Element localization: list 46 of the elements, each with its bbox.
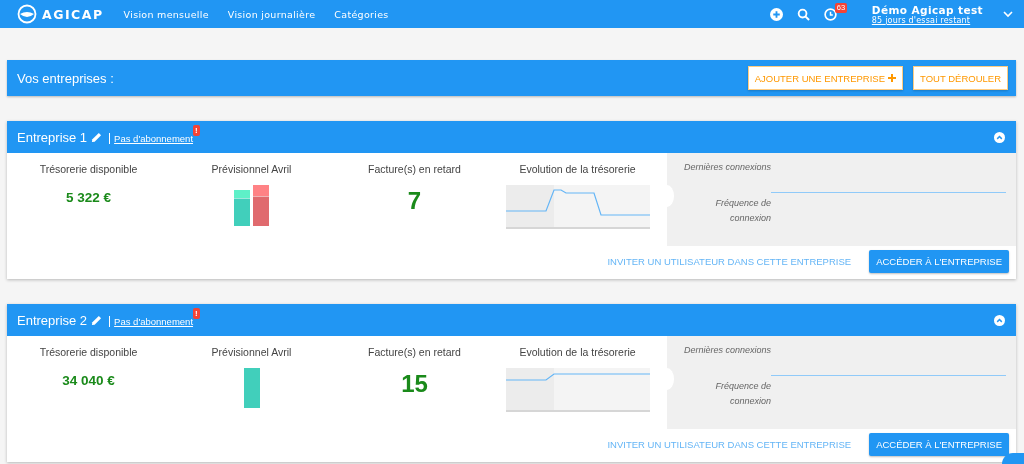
invite-user-link[interactable]: INVITER UN UTILISATEUR DANS CETTE ENTREPRISE xyxy=(607,439,852,450)
header-button[interactable]: AJOUTER UNE ENTREPRISE xyxy=(747,66,904,90)
panel-label: Fréquence de connexion xyxy=(714,197,771,225)
chat-icon[interactable] xyxy=(1002,453,1024,464)
late-invoice-count: 7 xyxy=(407,187,422,215)
header-button[interactable]: TOUT DÉROULER xyxy=(913,66,1008,90)
collapse-icon[interactable] xyxy=(994,314,1005,326)
pencil-icon[interactable] xyxy=(91,131,103,143)
stat-label: Facture(s) en retard xyxy=(368,346,461,358)
access-company-button[interactable]: ACCÉDER À L'ENTREPRISE xyxy=(869,433,1009,456)
nav-link[interactable]: Catégories xyxy=(334,8,389,20)
forecast-bars-drawing xyxy=(234,185,269,226)
nav-link[interactable]: Vision journalière xyxy=(227,8,316,20)
stat-label: Facture(s) en retard xyxy=(368,163,461,175)
add-icon[interactable] xyxy=(769,7,783,21)
plus-icon xyxy=(888,74,897,82)
section-title: Vos entreprises : xyxy=(17,70,114,86)
alert-badge: ! xyxy=(193,308,200,319)
search-icon[interactable] xyxy=(796,7,810,21)
alert-badge: ! xyxy=(193,125,200,136)
late-invoice-count: 15 xyxy=(401,370,428,398)
panel-label: Dernières connexions xyxy=(682,345,771,355)
treasury-amount: 5 322 € xyxy=(65,190,111,205)
company-name: Entreprise 1 xyxy=(17,129,88,145)
stat-label: Trésorerie disponible xyxy=(39,346,138,358)
clock-icon[interactable] xyxy=(823,7,837,21)
company-name: Entreprise 2 xyxy=(17,312,88,328)
stat-label: Trésorerie disponible xyxy=(39,163,138,175)
pencil-icon[interactable] xyxy=(91,314,103,326)
trial-link[interactable]: 85 jours d'essai restant xyxy=(871,15,983,25)
panel-label: Fréquence de connexion xyxy=(714,380,771,408)
logo-icon xyxy=(17,4,37,24)
stat-label: Evolution de la trésorerie xyxy=(519,163,636,175)
nav-link[interactable]: Vision mensuelle xyxy=(123,8,209,20)
stat-label: Evolution de la trésorerie xyxy=(519,346,636,358)
logo-text: AGICAP xyxy=(42,6,104,22)
forecast-bar-drawing xyxy=(243,368,260,408)
access-company-button[interactable]: ACCÉDER À L'ENTREPRISE xyxy=(869,250,1009,273)
invite-user-link[interactable]: INVITER UN UTILISATEUR DANS CETTE ENTREPRISE xyxy=(607,256,852,267)
stat-label: Prévisionnel Avril xyxy=(211,163,292,175)
collapse-icon[interactable] xyxy=(994,131,1005,143)
user-name: Démo Agicap test xyxy=(871,3,983,16)
panel-label: Dernières connexions xyxy=(682,162,771,172)
stat-label: Prévisionnel Avril xyxy=(211,346,292,358)
treasury-amount: 34 040 € xyxy=(62,373,115,388)
chevron-down-icon[interactable] xyxy=(1003,10,1013,18)
